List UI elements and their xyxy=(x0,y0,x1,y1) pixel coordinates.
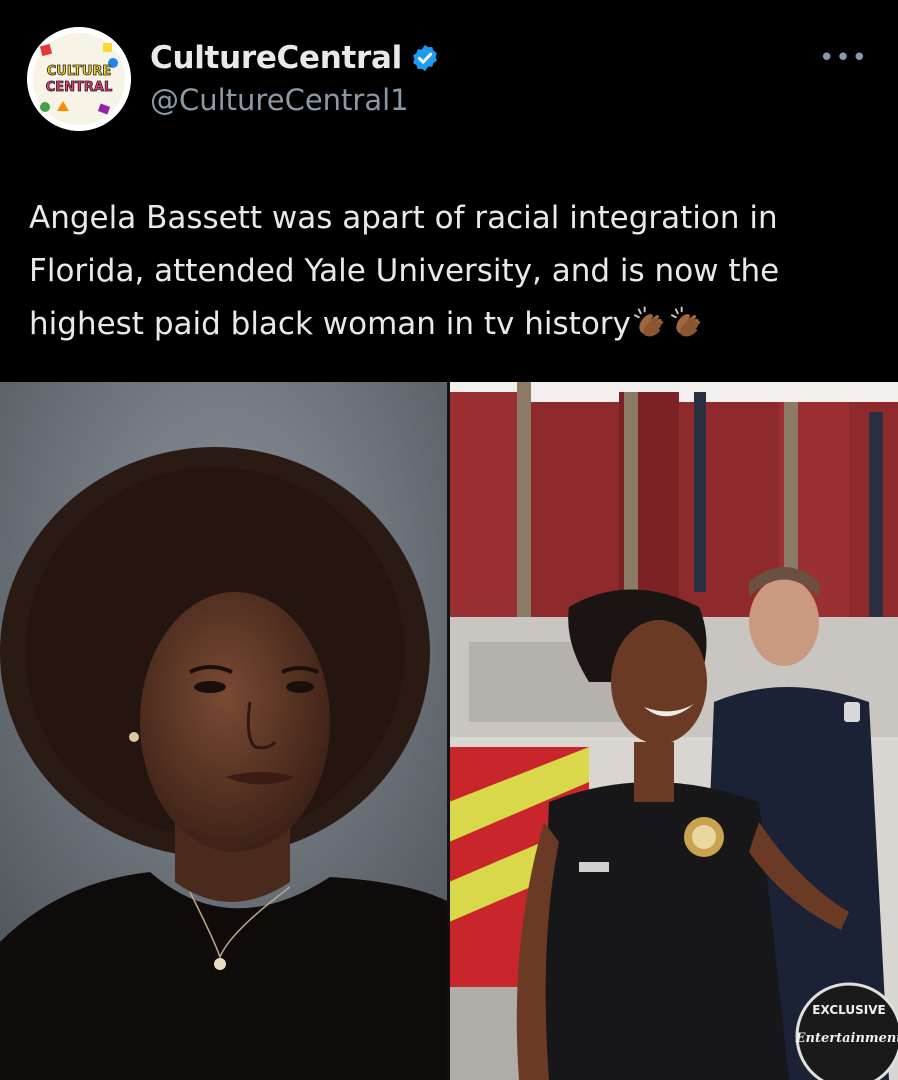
clapping-hands-emoji-icon xyxy=(670,306,701,337)
yearbook-portrait-image[interactable] xyxy=(0,382,449,1080)
firefighter-photo-image[interactable]: E EXCLUSIVE Entertainment xyxy=(449,382,898,1080)
svg-text:EXCLUSIVE: EXCLUSIVE xyxy=(812,1003,885,1017)
more-options-icon[interactable]: ••• xyxy=(819,43,868,73)
svg-text:CULTURE: CULTURE xyxy=(47,64,112,79)
post-text: Angela Bassett was apart of racial integ… xyxy=(29,192,879,351)
post-text-line: Angela Bassett was apart of racial integ… xyxy=(29,200,778,236)
author-display-name[interactable]: CultureCentral xyxy=(150,40,402,76)
post-media[interactable]: E EXCLUSIVE Entertainment xyxy=(0,382,898,1080)
clapping-hands-emoji-icon xyxy=(633,306,664,337)
author-name-row: CultureCentral xyxy=(150,40,440,76)
post-header: CULTURE CENTRAL CultureCentral @CultureC… xyxy=(0,0,898,160)
post-text-line: Florida, attended Yale University, and i… xyxy=(29,253,780,289)
post-text-line: highest paid black woman in tv history xyxy=(29,298,879,351)
post-text-segment: highest paid black woman in tv history xyxy=(29,306,631,342)
svg-text:CENTRAL: CENTRAL xyxy=(46,80,113,95)
svg-text:Entertainment: Entertainment xyxy=(795,1031,898,1046)
profile-avatar[interactable]: CULTURE CENTRAL xyxy=(27,27,131,131)
media-divider xyxy=(447,382,450,1080)
culture-central-logo-icon: CULTURE CENTRAL xyxy=(27,27,131,131)
verified-badge-icon xyxy=(413,44,437,72)
author-handle[interactable]: @CultureCentral1 xyxy=(150,83,409,117)
